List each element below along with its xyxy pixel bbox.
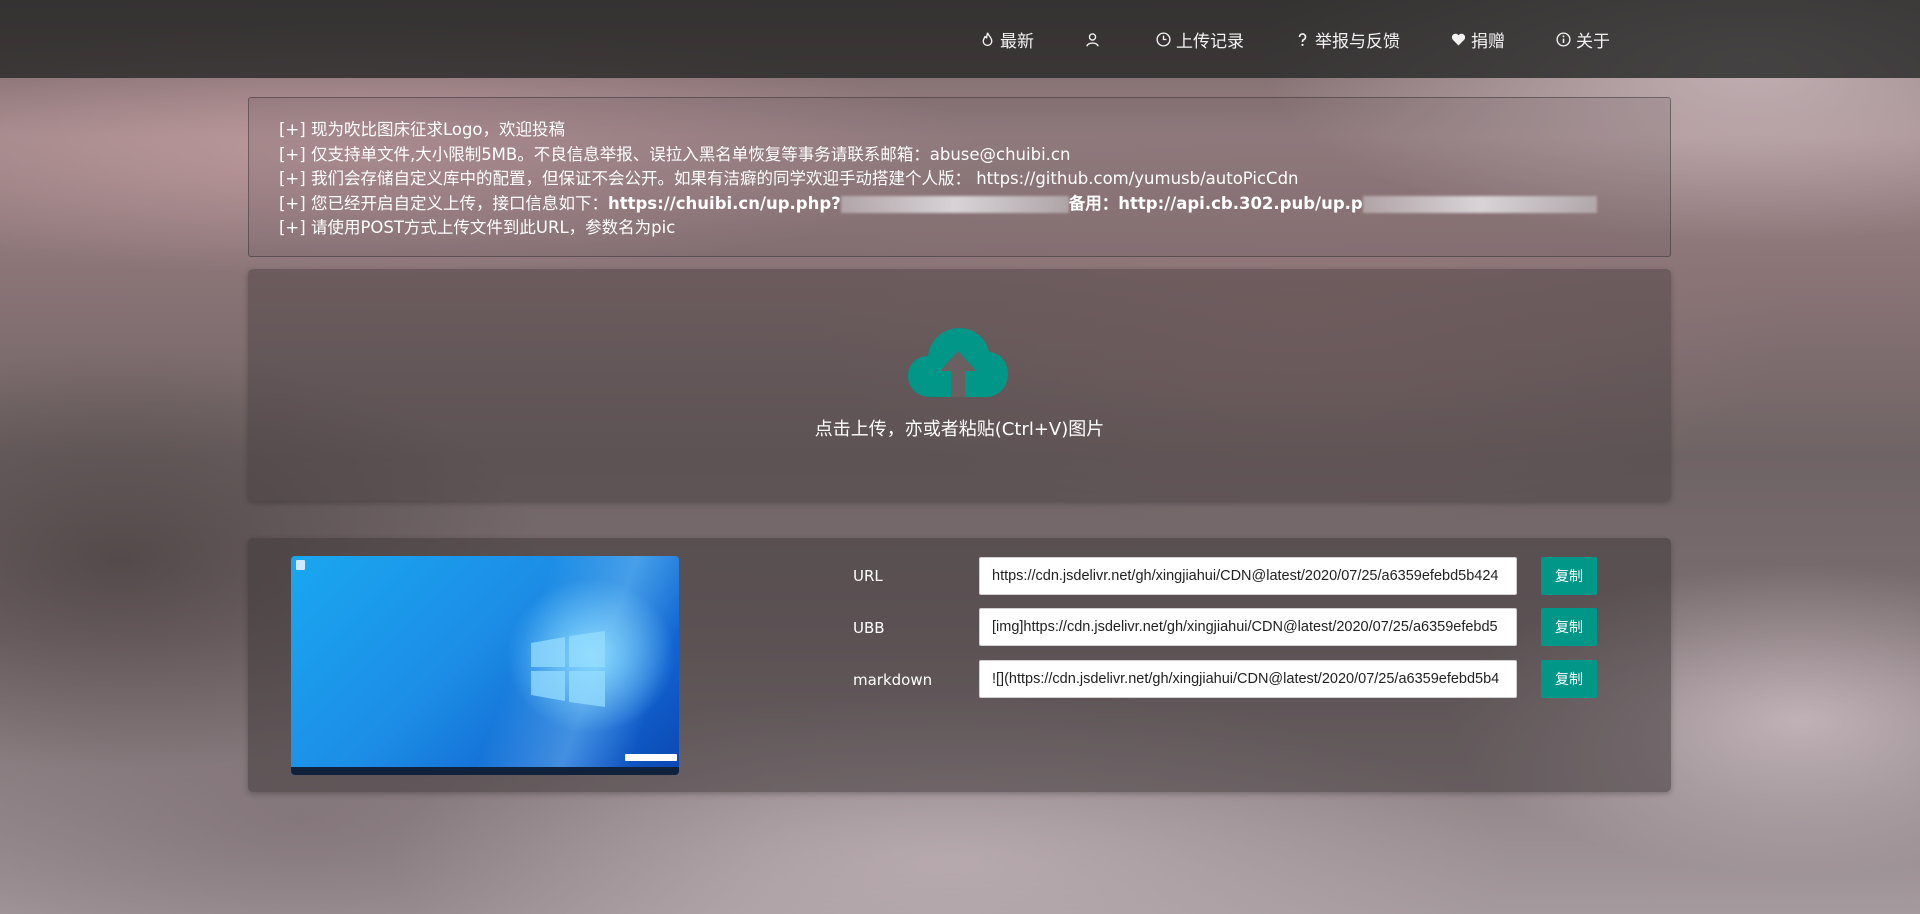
markdown-label: markdown [853, 671, 933, 689]
nav-item-latest-label: 最新 [1000, 31, 1034, 52]
nav-item-about-label: 关于 [1576, 31, 1610, 52]
copy-markdown-button[interactable]: 复制 [1541, 660, 1597, 698]
windows-logo-icon [531, 631, 605, 707]
top-nav-bar: 最新 上传记录 举报与反馈 捐赠 关于 [0, 0, 1920, 78]
upload-hint-text: 点击上传，亦或者粘贴(Ctrl+V)图片 [814, 419, 1105, 440]
nav-item-upload-history-label: 上传记录 [1176, 31, 1244, 52]
nav-item-donate[interactable]: 捐赠 [1449, 27, 1505, 52]
nav-item-user[interactable] [1083, 30, 1105, 48]
notice-line-file-limit: [+] 仅支持单文件,大小限制5MB。不良信息举报、误拉入黑名单恢复等事务请联系… [279, 144, 1071, 164]
api-url-primary: https://chuibi.cn/up.php? [607, 193, 841, 213]
api-info-prefix: [+] 您已经开启自定义上传，接口信息如下： [279, 193, 608, 213]
info-icon [1554, 30, 1572, 48]
nav-item-about[interactable]: 关于 [1554, 27, 1610, 52]
ubb-label: UBB [853, 619, 885, 637]
taskbar [291, 767, 679, 775]
nav-item-report-feedback[interactable]: 举报与反馈 [1293, 27, 1400, 52]
nav-item-report-feedback-label: 举报与反馈 [1315, 31, 1400, 52]
upload-result-panel: URL 复制 UBB 复制 markdown 复制 [248, 538, 1671, 792]
nav-item-donate-label: 捐赠 [1471, 31, 1505, 52]
copy-url-button[interactable]: 复制 [1541, 557, 1597, 595]
user-icon [1083, 30, 1101, 48]
nav-item-latest[interactable]: 最新 [978, 27, 1034, 52]
clock-icon [1154, 30, 1172, 48]
api-url-backup: http://api.cb.302.pub/up.p [1118, 193, 1363, 213]
redacted-token-backup [1362, 195, 1597, 213]
notification-popup [625, 754, 677, 761]
desktop-icon [296, 560, 305, 570]
url-field[interactable] [979, 557, 1517, 595]
api-backup-label: 备用： [1068, 193, 1119, 213]
nav-menu: 最新 上传记录 举报与反馈 捐赠 关于 [978, 0, 1659, 78]
question-icon [1293, 30, 1311, 48]
copy-ubb-button[interactable]: 复制 [1541, 608, 1597, 646]
nav-item-upload-history[interactable]: 上传记录 [1154, 27, 1244, 52]
upload-dropzone[interactable]: 点击上传，亦或者粘贴(Ctrl+V)图片 [248, 269, 1671, 501]
fire-icon [978, 30, 996, 48]
notice-line-post-usage: [+] 请使用POST方式上传文件到此URL，参数名为pic [279, 218, 676, 237]
notice-line-logo: [+] 现为吹比图床征求Logo，欢迎投稿 [279, 120, 566, 139]
markdown-field[interactable] [979, 660, 1517, 698]
uploaded-image-preview[interactable] [291, 556, 679, 775]
url-label: URL [853, 567, 883, 585]
ubb-field[interactable] [979, 608, 1517, 646]
notice-line-privacy: [+] 我们会存储自定义库中的配置，但保证不会公开。如果有洁癖的同学欢迎手动搭建… [279, 169, 1299, 188]
cloud-upload-icon [908, 328, 1008, 397]
notice-box: [+] 现为吹比图床征求Logo，欢迎投稿 [+] 仅支持单文件,大小限制5MB… [248, 97, 1671, 257]
heart-icon [1449, 30, 1467, 48]
notice-line-api-info: [+] 您已经开启自定义上传，接口信息如下：https://chuibi.cn/… [279, 192, 1640, 217]
redacted-token [840, 195, 1069, 213]
